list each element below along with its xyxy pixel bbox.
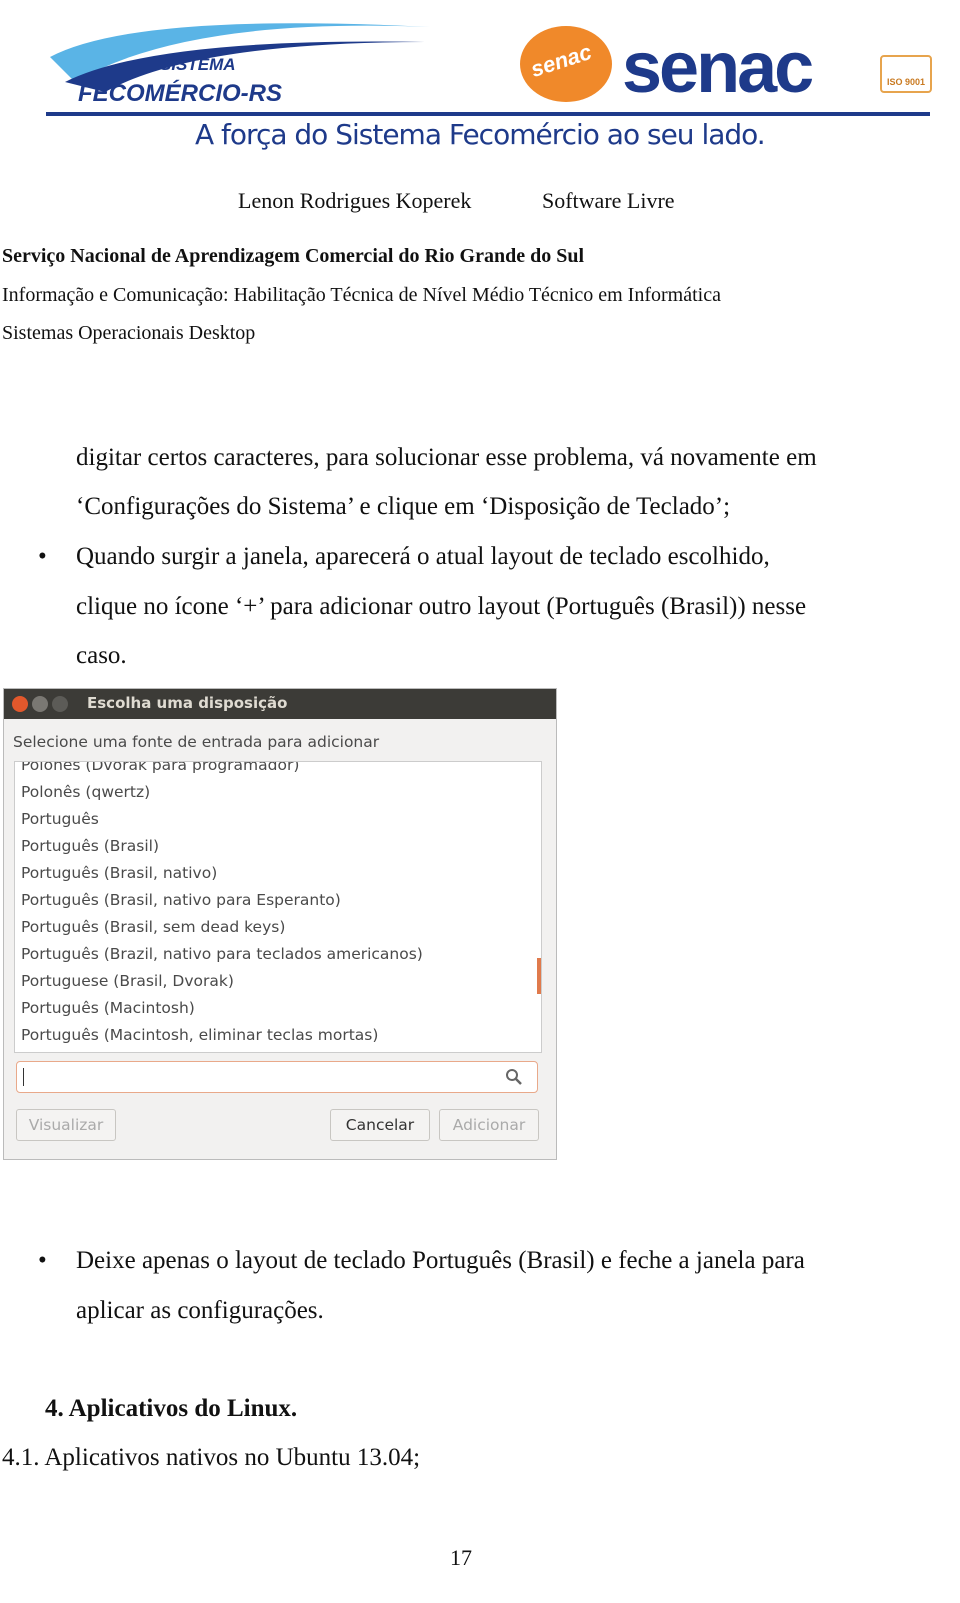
list-item[interactable]: Português (Macintosh) [15, 995, 541, 1022]
subsection-heading: 4.1. Aplicativos nativos no Ubuntu 13.04… [2, 1444, 421, 1471]
search-icon [506, 1069, 522, 1085]
dialog-title: Escolha uma disposição [87, 694, 288, 712]
author: Lenon Rodrigues Koperek [238, 188, 472, 213]
list-item[interactable]: Português (Macintosh, eliminar teclas mo… [15, 1022, 541, 1049]
course: Informação e Comunicação: Habilitação Té… [2, 284, 721, 306]
paragraph-line: ‘Configurações do Sistema’ e clique em ‘… [76, 493, 731, 520]
bullet-icon: • [38, 543, 47, 570]
bullet-icon: • [38, 1247, 47, 1274]
list-item[interactable]: Português (Brasil) [15, 833, 541, 860]
add-button[interactable]: Adicionar [439, 1109, 539, 1141]
maximize-icon[interactable] [52, 696, 68, 712]
list-item[interactable]: Polonês (qwertz) [15, 779, 541, 806]
dialog-titlebar: Escolha uma disposição [4, 689, 556, 719]
senac-logo-text: senac [622, 28, 814, 108]
iso-badge: ISO 9001 [880, 55, 932, 93]
bullet-line: caso. [76, 642, 127, 669]
module: Sistemas Operacionais Desktop [2, 322, 256, 344]
list-scrollbar[interactable] [537, 958, 541, 994]
minimize-icon[interactable] [32, 696, 48, 712]
preview-button[interactable]: Visualizar [16, 1109, 116, 1141]
tagline: A força do Sistema Fecomércio ao seu lad… [195, 118, 766, 151]
list-item[interactable]: Portuguese (Brasil, Dvorak) [15, 968, 541, 995]
dialog-prompt: Selecione uma fonte de entrada para adic… [13, 733, 380, 751]
page-number: 17 [450, 1545, 472, 1570]
subject: Software Livre [542, 188, 675, 213]
layout-list: Polonês (Dvorak para programador) Polonê… [14, 761, 542, 1053]
section-heading: 4. Aplicativos do Linux. [45, 1395, 298, 1422]
list-item[interactable]: Português (Brasil, nativo) [15, 860, 541, 887]
close-icon[interactable] [12, 696, 28, 712]
logo-sistema-text: SISTEMA [160, 55, 236, 74]
list-item[interactable]: Português (Brazil, nativo para teclados … [15, 941, 541, 968]
list-item[interactable]: Português (Brasil, sem dead keys) [15, 914, 541, 941]
institution: Serviço Nacional de Aprendizagem Comerci… [2, 245, 585, 267]
list-item[interactable]: Polonês (Dvorak para programador) [15, 762, 541, 779]
cancel-button[interactable]: Cancelar [330, 1109, 430, 1141]
list-item[interactable]: Português (Brasil, nativo para Esperanto… [15, 887, 541, 914]
list-item[interactable]: Português [15, 806, 541, 833]
bullet-line: clique no ícone ‘+’ para adicionar outro… [76, 593, 807, 620]
logo-fecomercio-text: FECOMÉRCIO-RS [78, 80, 282, 107]
text-cursor [23, 1068, 24, 1086]
layout-dialog: Escolha uma disposição Selecione uma fon… [3, 688, 557, 1160]
search-input[interactable] [16, 1061, 538, 1093]
bullet-line: aplicar as configurações. [76, 1297, 324, 1324]
header-rule [46, 112, 930, 116]
bullet-line: Deixe apenas o layout de teclado Portugu… [76, 1247, 805, 1274]
paragraph-line: digitar certos caracteres, para solucion… [76, 444, 817, 471]
bullet-line: Quando surgir a janela, aparecerá o atua… [76, 543, 770, 570]
